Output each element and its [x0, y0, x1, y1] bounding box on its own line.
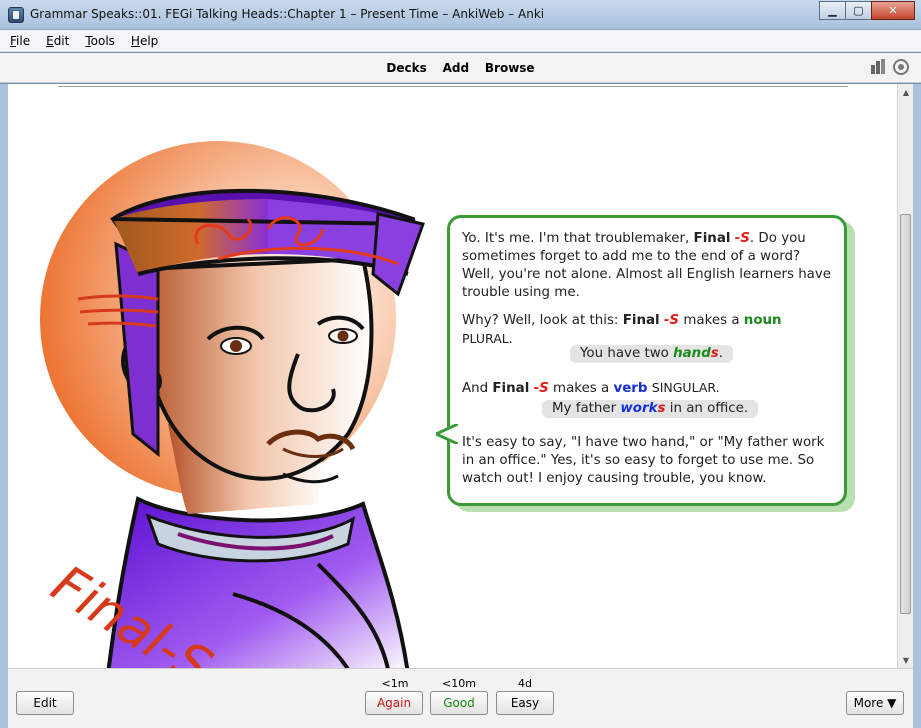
good-interval: <10m — [442, 677, 476, 690]
bubble-paragraph-warning: It's easy to say, "I have two hand," or … — [462, 435, 825, 486]
menu-edit-accel: E — [46, 33, 54, 48]
bubble-paragraph-noun: Why? Well, look at this: Final -S makes … — [462, 313, 782, 346]
anki-app-icon — [8, 7, 24, 23]
menu-tools[interactable]: Tools — [85, 34, 115, 48]
menu-bar: File Edit Tools Help — [0, 30, 921, 52]
menu-edit-label: dit — [53, 33, 70, 48]
toolbar-links: Decks Add Browse — [0, 61, 921, 75]
menu-edit[interactable]: Edit — [46, 34, 69, 48]
window-controls: ▁ ▢ ✕ — [819, 1, 915, 21]
menu-file-label: ile — [16, 33, 31, 48]
menu-file[interactable]: File — [10, 34, 30, 48]
speech-bubble-tail — [436, 424, 458, 444]
minimize-button[interactable]: ▁ — [819, 1, 846, 20]
edit-button[interactable]: Edit — [16, 691, 74, 715]
good-button[interactable]: Good — [430, 691, 488, 715]
scroll-down-icon[interactable]: ▼ — [898, 652, 914, 668]
window-frame-left — [0, 84, 8, 728]
speech-bubble: Yo. It's me. I'm that troublemaker, Fina… — [436, 215, 847, 506]
bubble-paragraph-intro: Yo. It's me. I'm that troublemaker, Fina… — [462, 231, 832, 300]
card-scrollbar[interactable]: ▲ ▼ — [897, 84, 913, 668]
window-frame-right — [913, 84, 921, 728]
maximize-icon: ▢ — [853, 4, 864, 17]
stats-icon[interactable] — [871, 59, 887, 75]
again-interval: <1m — [381, 677, 409, 690]
easy-button[interactable]: Easy — [496, 691, 554, 715]
card-content: Final-S Yo. It's me. I'm that troublemak… — [8, 84, 897, 668]
scroll-up-icon[interactable]: ▲ — [898, 84, 914, 100]
example-plural: You have two hands. — [570, 345, 734, 363]
card-divider — [58, 86, 848, 87]
decks-link[interactable]: Decks — [386, 61, 426, 75]
menu-help-label: elp — [139, 33, 159, 48]
sync-icon[interactable] — [893, 59, 909, 75]
menu-help-accel: H — [130, 33, 140, 48]
toolbar-icons — [871, 59, 909, 75]
title-bar: Grammar Speaks::01. FEGi Talking Heads::… — [0, 0, 921, 30]
add-link[interactable]: Add — [443, 61, 469, 75]
menu-tools-label: ools — [90, 33, 115, 48]
answer-bar: Edit <1m Again <10m Good 4d Easy More ▼ — [8, 668, 913, 728]
minimize-icon: ▁ — [828, 4, 837, 17]
close-button[interactable]: ✕ — [871, 1, 915, 20]
menu-help[interactable]: Help — [131, 34, 158, 48]
close-icon: ✕ — [888, 4, 898, 17]
more-button[interactable]: More ▼ — [846, 691, 904, 715]
again-button[interactable]: Again — [365, 691, 423, 715]
window-title: Grammar Speaks::01. FEGi Talking Heads::… — [30, 7, 545, 21]
final-s-character-illustration: Final-S — [40, 141, 425, 668]
example-singular: My father works in an office. — [542, 400, 759, 418]
main-toolbar: Decks Add Browse — [0, 53, 921, 83]
easy-interval: 4d — [518, 677, 532, 690]
scroll-thumb[interactable] — [900, 214, 911, 614]
browse-link[interactable]: Browse — [485, 61, 535, 75]
bubble-paragraph-verb: And Final -S makes a verb SINGULAR. — [462, 380, 720, 396]
maximize-button[interactable]: ▢ — [845, 1, 872, 20]
